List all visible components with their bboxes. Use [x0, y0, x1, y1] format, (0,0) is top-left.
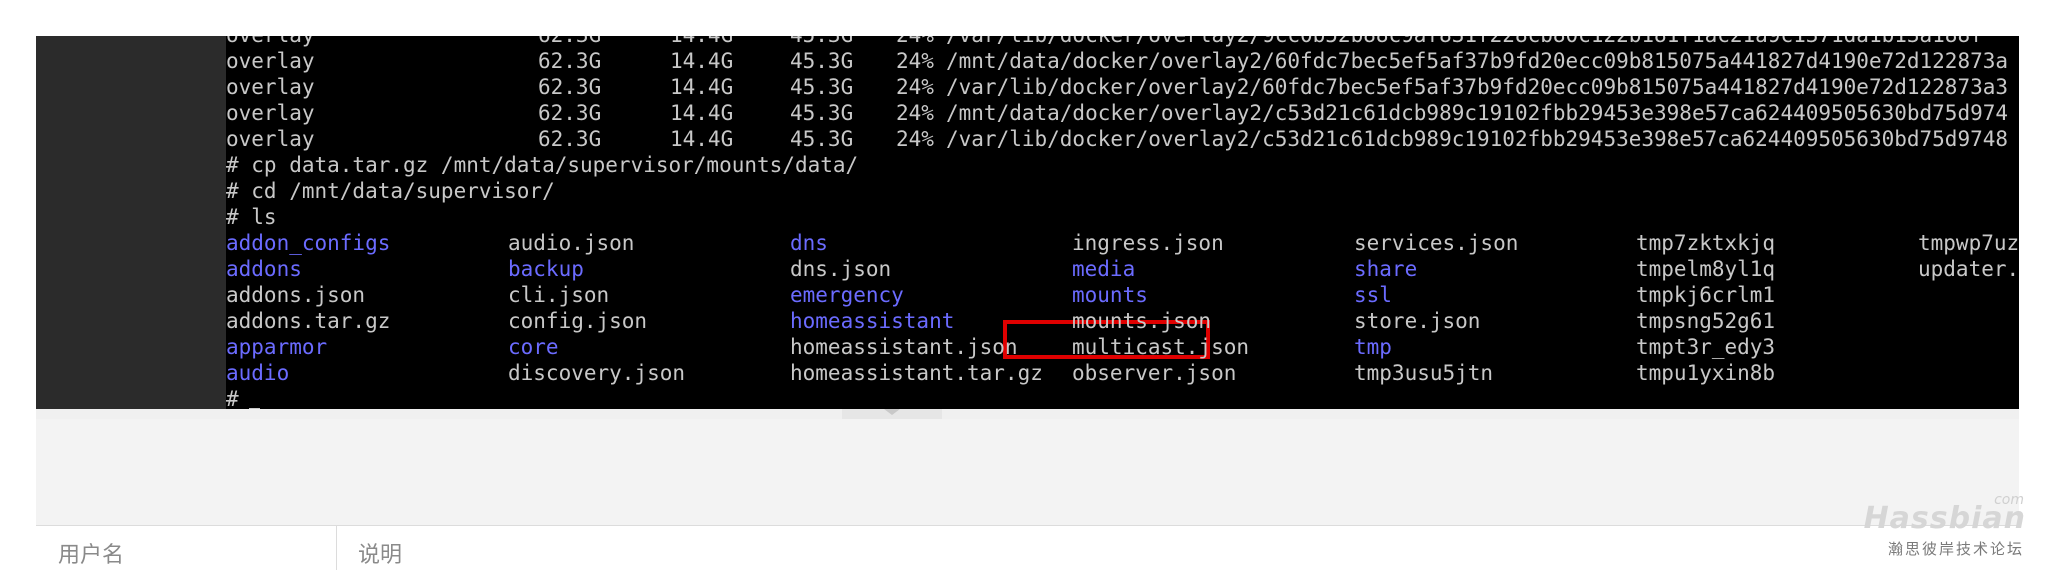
df-cell-mount: /var/lib/docker/overlay2/c53d21c61dcb989…	[946, 127, 2009, 151]
file-entry: config.json	[508, 309, 648, 333]
file-entry: updater.	[1918, 257, 2019, 281]
file-entry: homeassistant.tar.gz	[790, 361, 1043, 385]
df-cell-size: 62.3G	[538, 127, 602, 151]
directory-entry: homeassistant	[790, 309, 955, 333]
file-entry: tmpu1yxin8b	[1636, 361, 1776, 385]
terminal-screen[interactable]: overlay 62.3G 14.4G 45.3G 24% /var/lib/docker…	[226, 36, 2019, 409]
df-cell-use: 24%	[896, 36, 934, 48]
directory-entry: dns	[790, 231, 828, 255]
df-cell-fs: overlay	[226, 75, 315, 99]
df-cell-mount: /mnt/data/docker/overlay2/60fdc7bec5ef5a…	[946, 49, 2009, 73]
directory-entry: addons	[226, 257, 302, 281]
file-entry: tmpt3r_edy3	[1636, 335, 1776, 359]
file-entry: cli.json	[508, 283, 610, 307]
column-divider	[336, 526, 337, 570]
df-cell-avail: 45.3G	[790, 101, 854, 125]
df-cell-fs: overlay	[226, 36, 315, 48]
watermark-brand: Hassbian	[1863, 501, 2026, 536]
directory-entry: emergency	[790, 283, 904, 307]
df-cell-fs: overlay	[226, 127, 315, 151]
file-entry: tmpsng52g61	[1636, 309, 1776, 333]
df-cell-used: 14.4G	[670, 127, 734, 151]
file-entry: tmp3usu5jtn	[1354, 361, 1494, 385]
df-cell-avail: 45.3G	[790, 75, 854, 99]
file-entry: dns.json	[790, 257, 892, 281]
directory-entry: share	[1354, 257, 1418, 281]
df-cell-fs: overlay	[226, 49, 315, 73]
df-cell-used: 14.4G	[670, 101, 734, 125]
file-entry: addons.tar.gz	[226, 309, 391, 333]
file-entry: ingress.json	[1072, 231, 1224, 255]
file-entry: discovery.json	[508, 361, 686, 385]
file-entry: observer.json	[1072, 361, 1237, 385]
df-cell-mount: /var/lib/docker/overlay2/60fdc7bec5ef5af…	[946, 75, 2009, 99]
df-cell-use: 24%	[896, 101, 934, 125]
df-cell-size: 62.3G	[538, 36, 601, 48]
directory-entry: audio	[226, 361, 290, 385]
directory-entry: apparmor	[226, 335, 328, 359]
watermark-subtitle: 瀚思彼岸技术论坛	[1887, 540, 2024, 558]
directory-entry: addon_configs	[226, 231, 391, 255]
df-cell-avail: 45.3G	[790, 127, 854, 151]
directory-entry: ssl	[1354, 283, 1392, 307]
hassbian-watermark: com Hassbian 瀚思彼岸技术论坛	[1856, 492, 2026, 560]
terminal-collapse-handle[interactable]	[842, 409, 942, 419]
df-cell-used: 14.4G	[670, 36, 733, 48]
terminal-panel[interactable]: overlay 62.3G 14.4G 45.3G 24% /var/lib/docker…	[36, 36, 2019, 409]
directory-entry: core	[508, 335, 559, 359]
file-entry: addons.json	[226, 283, 366, 307]
column-header-username: 用户名	[58, 543, 125, 568]
df-cell-size: 62.3G	[538, 75, 602, 99]
command-line: # ls	[226, 205, 277, 229]
file-entry: services.json	[1354, 231, 1519, 255]
df-cell-size: 62.3G	[538, 101, 602, 125]
df-cell-fs: overlay	[226, 101, 315, 125]
form-area: 用户名 说明	[36, 419, 2019, 570]
file-entry: homeassistant.json	[790, 335, 1018, 359]
column-header-description: 说明	[358, 543, 403, 568]
file-entry: tmpwp7uz	[1918, 231, 2019, 255]
file-entry: audio.json	[508, 231, 635, 255]
df-cell-mount: /var/lib/docker/overlay2/9cc0b52b88c9af8…	[946, 36, 1983, 48]
prompt-line[interactable]: #	[226, 386, 260, 409]
directory-entry: media	[1072, 257, 1136, 281]
directory-entry: backup	[508, 257, 584, 281]
prompt-symbol: #	[226, 387, 239, 409]
file-entry: multicast.json	[1072, 335, 1250, 359]
users-table-header: 用户名 说明	[36, 525, 2019, 570]
file-entry: tmpkj6crlm1	[1636, 283, 1776, 307]
df-cell-use: 24%	[896, 75, 934, 99]
web-console-window: overlay 62.3G 14.4G 45.3G 24% /var/lib/docker…	[36, 36, 2019, 570]
directory-entry: mounts	[1072, 283, 1148, 307]
screenshot-stage: overlay 62.3G 14.4G 45.3G 24% /var/lib/docker…	[0, 0, 2056, 570]
df-cell-use: 24%	[896, 49, 934, 73]
df-cell-used: 14.4G	[670, 49, 734, 73]
command-line: # cd /mnt/data/supervisor/	[226, 179, 555, 203]
terminal-left-gutter	[36, 36, 226, 409]
df-cell-used: 14.4G	[670, 75, 734, 99]
file-entry: tmpelm8yl1q	[1636, 257, 1776, 281]
text-cursor	[248, 408, 260, 409]
file-entry: tmp7zktxkjq	[1636, 231, 1776, 255]
df-cell-mount: /mnt/data/docker/overlay2/c53d21c61dcb98…	[946, 101, 2009, 125]
command-line: # cp data.tar.gz /mnt/data/supervisor/mo…	[226, 153, 859, 177]
file-entry: mounts.json	[1072, 309, 1212, 333]
df-cell-avail: 45.3G	[790, 49, 854, 73]
directory-entry: tmp	[1354, 335, 1392, 359]
df-cell-size: 62.3G	[538, 49, 602, 73]
df-cell-use: 24%	[896, 127, 934, 151]
file-entry: store.json	[1354, 309, 1481, 333]
df-cell-avail: 45.3G	[790, 36, 853, 48]
